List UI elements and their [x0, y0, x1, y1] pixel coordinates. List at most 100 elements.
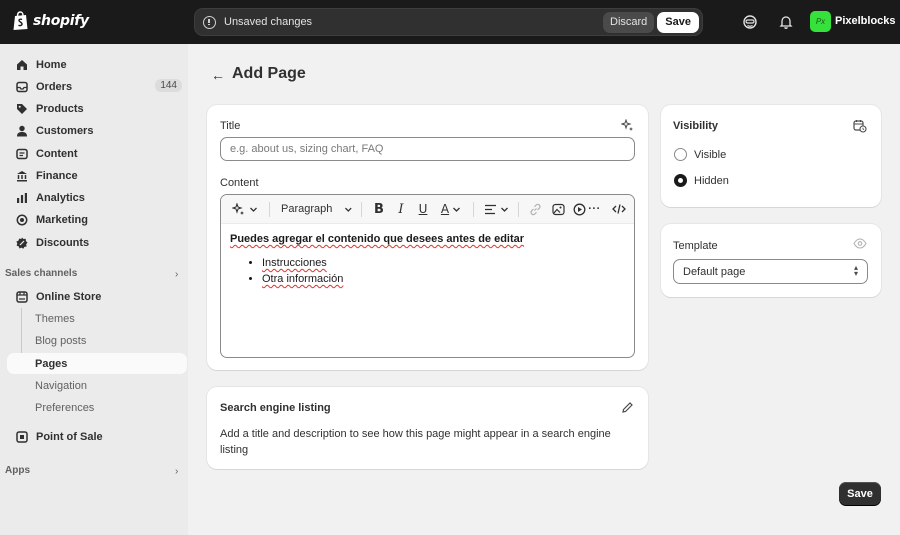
toolbar-separator	[518, 202, 519, 217]
seo-description: Add a title and description to see how t…	[220, 428, 611, 456]
editor-body[interactable]: Puedes agregar el contenido que desees a…	[230, 233, 625, 287]
editor-bullet-list: Instrucciones Otra información	[230, 255, 625, 287]
title-input[interactable]	[220, 137, 635, 161]
target-icon	[15, 213, 28, 226]
eye-icon[interactable]	[853, 238, 867, 249]
list-item: Otra información	[262, 271, 625, 287]
discount-icon	[15, 236, 28, 249]
magic-sparkle-icon	[232, 202, 244, 215]
person-icon	[15, 124, 28, 137]
bank-icon	[15, 169, 28, 182]
pos-icon	[15, 430, 28, 443]
title-label: Title	[220, 120, 241, 132]
sidebar-subitem-navigation[interactable]: Navigation	[7, 375, 187, 396]
page-title: Add Page	[232, 65, 306, 82]
align-left-icon	[484, 204, 496, 214]
template-select[interactable]: Default page ▴ ▾	[673, 259, 868, 284]
calendar-clock-icon[interactable]	[853, 119, 867, 133]
sidebar-item-orders[interactable]: Orders 144	[7, 76, 187, 97]
toolbar-separator	[473, 202, 474, 217]
sidebar-item-online-store[interactable]: Online Store	[7, 286, 187, 307]
more-icon: ···	[588, 203, 601, 215]
content-icon	[15, 147, 28, 160]
sidebar-item-marketing[interactable]: Marketing	[7, 209, 187, 230]
chevron-down-icon	[250, 207, 257, 212]
sidebar-item-label: Products	[36, 102, 84, 115]
sidebar-item-label: Marketing	[36, 213, 88, 226]
sidebar-item-label: Content	[36, 147, 78, 160]
align-dropdown[interactable]	[483, 201, 509, 217]
visible-radio-label[interactable]: Visible	[694, 149, 726, 161]
ai-generate-button[interactable]	[230, 201, 260, 217]
apps-label[interactable]: Apps	[5, 465, 30, 476]
chevron-right-icon[interactable]: ›	[175, 269, 178, 280]
store-icon	[15, 290, 28, 303]
toolbar-separator	[269, 202, 270, 217]
discard-button[interactable]: Discard	[603, 11, 655, 33]
sidebar-item-products[interactable]: Products	[7, 98, 187, 119]
insert-video-button[interactable]: ···	[573, 201, 601, 217]
hidden-radio-label[interactable]: Hidden	[694, 175, 729, 187]
sidebar-subitem-pages[interactable]: Pages	[7, 353, 187, 374]
italic-icon[interactable]: I	[394, 201, 408, 217]
chevron-down-icon	[345, 207, 353, 212]
sidekick-icon[interactable]	[742, 14, 758, 30]
template-heading: Template	[673, 240, 718, 252]
paragraph-format-dropdown[interactable]: Paragraph	[281, 201, 353, 217]
visibility-heading: Visibility	[673, 120, 719, 132]
play-circle-icon	[573, 203, 586, 215]
home-icon	[15, 58, 28, 71]
unsaved-changes-text: Unsaved changes	[224, 16, 313, 28]
back-arrow-icon[interactable]: ←	[211, 67, 225, 83]
sidebar-subitem-themes[interactable]: Themes	[7, 308, 187, 329]
sidebar-item-point-of-sale[interactable]: Point of Sale	[7, 426, 187, 447]
shopping-bag-icon	[13, 11, 28, 30]
save-button-top[interactable]: Save	[657, 11, 699, 33]
rich-text-editor[interactable]: Paragraph B I U A ··· Puedes agregar el …	[220, 194, 635, 358]
sidebar: Home Orders 144 Products Customers Conte…	[0, 44, 188, 535]
top-bar: shopify Unsaved changes Discard Save Px …	[0, 0, 900, 44]
sidebar-item-label: Point of Sale	[36, 430, 103, 443]
bold-icon[interactable]: B	[372, 201, 386, 217]
sidebar-subitem-preferences[interactable]: Preferences	[7, 397, 187, 418]
sidebar-item-label: Home	[36, 58, 67, 71]
list-item: Instrucciones	[262, 255, 625, 271]
toolbar-separator	[361, 202, 362, 217]
seo-heading: Search engine listing	[220, 402, 331, 414]
shopify-logo[interactable]: shopify	[12, 11, 89, 31]
link-icon[interactable]	[528, 201, 542, 217]
text-color-icon: A	[440, 202, 450, 216]
chevron-down-icon	[500, 207, 508, 212]
sidebar-item-home[interactable]: Home	[7, 54, 187, 75]
sales-channels-label[interactable]: Sales channels	[5, 268, 77, 279]
store-name[interactable]: Pixelblocks	[835, 15, 896, 27]
sidebar-item-content[interactable]: Content	[7, 143, 187, 164]
code-view-icon[interactable]	[611, 201, 627, 217]
template-select-value: Default page	[683, 265, 746, 278]
magic-sparkle-icon[interactable]	[621, 119, 634, 132]
sidebar-item-label: Online Store	[36, 290, 102, 303]
text-color-button[interactable]: A	[438, 201, 464, 217]
image-icon[interactable]	[551, 201, 565, 217]
pencil-edit-icon[interactable]	[621, 401, 634, 414]
sidebar-item-label: Finance	[36, 169, 78, 182]
sidebar-item-finance[interactable]: Finance	[7, 165, 187, 186]
sidebar-item-label: Discounts	[36, 236, 90, 249]
hidden-radio[interactable]	[674, 174, 687, 187]
store-avatar[interactable]: Px	[810, 11, 831, 32]
sidebar-item-analytics[interactable]: Analytics	[7, 187, 187, 208]
underline-icon[interactable]: U	[416, 201, 430, 217]
logo-text: shopify	[33, 13, 89, 29]
unsaved-changes-bar: Unsaved changes Discard Save	[194, 8, 703, 36]
paragraph-label: Paragraph	[281, 203, 333, 215]
sidebar-item-discounts[interactable]: Discounts	[7, 232, 187, 253]
content-label: Content	[220, 177, 259, 189]
sidebar-item-customers[interactable]: Customers	[7, 120, 187, 141]
chevron-right-icon[interactable]: ›	[175, 466, 178, 477]
save-button[interactable]: Save	[839, 482, 881, 505]
visible-radio[interactable]	[674, 148, 687, 161]
sidebar-item-label: Customers	[36, 124, 94, 137]
bell-icon[interactable]	[778, 14, 794, 30]
sidebar-item-label: Analytics	[36, 191, 85, 204]
sidebar-subitem-blog-posts[interactable]: Blog posts	[7, 330, 187, 351]
